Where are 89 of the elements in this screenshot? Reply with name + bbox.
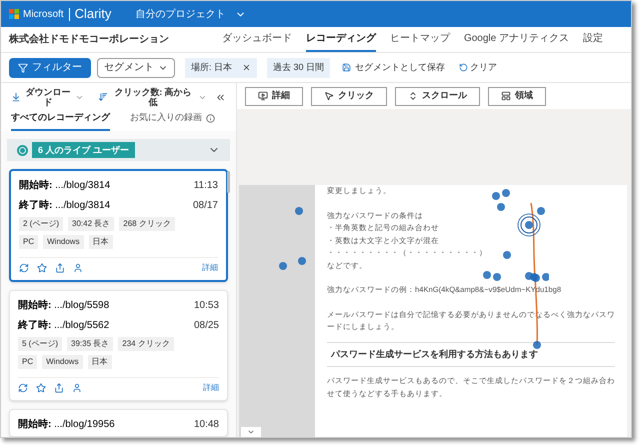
start-time: 11:13 xyxy=(194,179,218,193)
click-dot xyxy=(298,257,306,265)
undo-icon[interactable] xyxy=(459,63,468,72)
live-users-badge: 6 人のライブ ユーザー xyxy=(32,142,136,158)
save-segment-button[interactable]: セグメントとして保存 xyxy=(342,60,446,74)
click-dot xyxy=(502,189,510,197)
recording-tab[interactable]: すべてのレコーディング xyxy=(11,107,110,131)
user-icon[interactable] xyxy=(72,383,82,393)
start-page: 開始時: .../blog/3814 xyxy=(19,179,110,193)
chevron-down-icon[interactable] xyxy=(247,428,255,436)
click-dot xyxy=(525,221,533,229)
nav-tab[interactable]: 設定 xyxy=(583,27,603,52)
device-tag: PC xyxy=(18,355,38,369)
refresh-icon[interactable] xyxy=(19,263,29,273)
detail-link[interactable]: 詳細 xyxy=(202,262,218,274)
scrollbar-thumb[interactable] xyxy=(227,171,230,193)
device-tag: Windows xyxy=(43,235,84,249)
end-page: 終了時: .../blog/5562 xyxy=(18,319,110,333)
info-icon[interactable] xyxy=(206,114,215,122)
device-tag: 日本 xyxy=(88,235,113,249)
share-icon[interactable] xyxy=(55,263,65,273)
end-date: 08/25 xyxy=(194,319,219,333)
product-name: Clarity xyxy=(74,5,112,24)
nav-tab[interactable]: ダッシュボード xyxy=(222,27,292,52)
toolbar-button[interactable]: 詳細 xyxy=(245,86,303,106)
click-dot xyxy=(483,271,491,279)
sort-icon[interactable] xyxy=(98,92,108,102)
device-tag: Windows xyxy=(42,355,83,369)
toolbar-button[interactable]: 領域 xyxy=(488,86,546,106)
brand-name: Microsoft xyxy=(23,8,64,22)
filter-icon xyxy=(18,62,28,72)
cursor-icon xyxy=(324,91,334,101)
logo-icon xyxy=(9,9,19,19)
start-time: 10:53 xyxy=(194,299,219,313)
recording-tab[interactable]: お気に入りの録画 xyxy=(130,107,215,131)
end-date: 08/17 xyxy=(192,199,218,213)
click-dot xyxy=(493,273,501,281)
start-time: 10:48 xyxy=(194,418,219,432)
page-heading: パスワード生成サービスを利用する方法もあります xyxy=(327,342,615,367)
stat-tag: 5 (ページ) xyxy=(18,337,62,351)
recording-card[interactable]: 開始時: .../blog/19956 10:48 xyxy=(9,409,228,437)
stat-tag: 2 (ページ) xyxy=(19,217,63,231)
toolbar-button[interactable]: クリック xyxy=(311,86,387,106)
detail-link[interactable]: 詳細 xyxy=(203,382,219,394)
click-dot xyxy=(492,192,500,200)
layout-icon xyxy=(501,91,511,101)
stat-tag: 268 クリック xyxy=(119,217,175,231)
click-dot xyxy=(503,251,511,259)
device-tag: PC xyxy=(19,235,38,249)
click-dot xyxy=(537,207,545,215)
company-name: 株式会社ドモドモコーポレーション xyxy=(9,32,169,47)
nav-tab[interactable]: ヒートマップ xyxy=(390,27,450,52)
up-down-icon xyxy=(408,91,418,101)
recording-card[interactable]: 開始時: .../blog/5598 10:53 終了時: .../blog/5562 08/25 5 (ページ) 39:35 長さ 234 クリック PC Windows 日本 詳細 xyxy=(9,290,228,401)
filter-chip[interactable]: 場所: 日本 xyxy=(185,58,258,78)
user-icon[interactable] xyxy=(73,263,83,273)
toolbar-button[interactable]: スクロール xyxy=(395,86,480,106)
live-radio-icon xyxy=(17,144,28,156)
download-dropdown[interactable]: ダウンロード xyxy=(11,87,84,107)
device-tag: 日本 xyxy=(88,355,112,369)
collapse-icon[interactable] xyxy=(215,92,226,102)
start-page: 開始時: .../blog/19956 xyxy=(18,418,115,432)
click-ripple-icon xyxy=(518,214,540,236)
monitor-icon xyxy=(258,91,268,101)
star-icon[interactable] xyxy=(37,263,47,273)
end-page: 終了時: .../blog/3814 xyxy=(19,199,110,213)
save-icon[interactable] xyxy=(342,63,352,72)
filter-chip[interactable]: 過去 30 日間 xyxy=(267,58,330,78)
nav-tab[interactable]: Google アナリティクス xyxy=(464,27,569,52)
click-dot xyxy=(533,341,541,349)
click-dot xyxy=(295,207,303,215)
clear-button[interactable]: クリア xyxy=(459,60,498,74)
stat-tag: 39:35 長さ xyxy=(67,337,114,351)
segment-dropdown[interactable]: セグメント xyxy=(97,58,175,78)
project-dropdown[interactable]: 自分のプロジェクト xyxy=(135,6,246,22)
nav-tab[interactable]: レコーディング xyxy=(306,27,376,52)
start-page: 開始時: .../blog/5598 xyxy=(18,299,110,313)
sort-dropdown[interactable]: クリック数: 高から低 xyxy=(98,87,207,107)
click-dot xyxy=(279,262,287,270)
stat-tag: 30:42 長さ xyxy=(68,217,114,231)
close-icon[interactable] xyxy=(242,63,252,72)
filter-button[interactable]: フィルター xyxy=(9,58,91,78)
refresh-icon[interactable] xyxy=(18,383,28,393)
stat-tag: 234 クリック xyxy=(118,337,174,351)
share-icon[interactable] xyxy=(54,383,64,393)
download-icon[interactable] xyxy=(11,92,21,102)
recording-card[interactable]: 開始時: .../blog/3814 11:13 終了時: .../blog/3814 08/17 2 (ページ) 30:42 長さ 268 クリック PC Windows 日本 詳細 xyxy=(9,169,228,282)
star-icon[interactable] xyxy=(36,383,46,393)
click-dot xyxy=(497,203,505,211)
